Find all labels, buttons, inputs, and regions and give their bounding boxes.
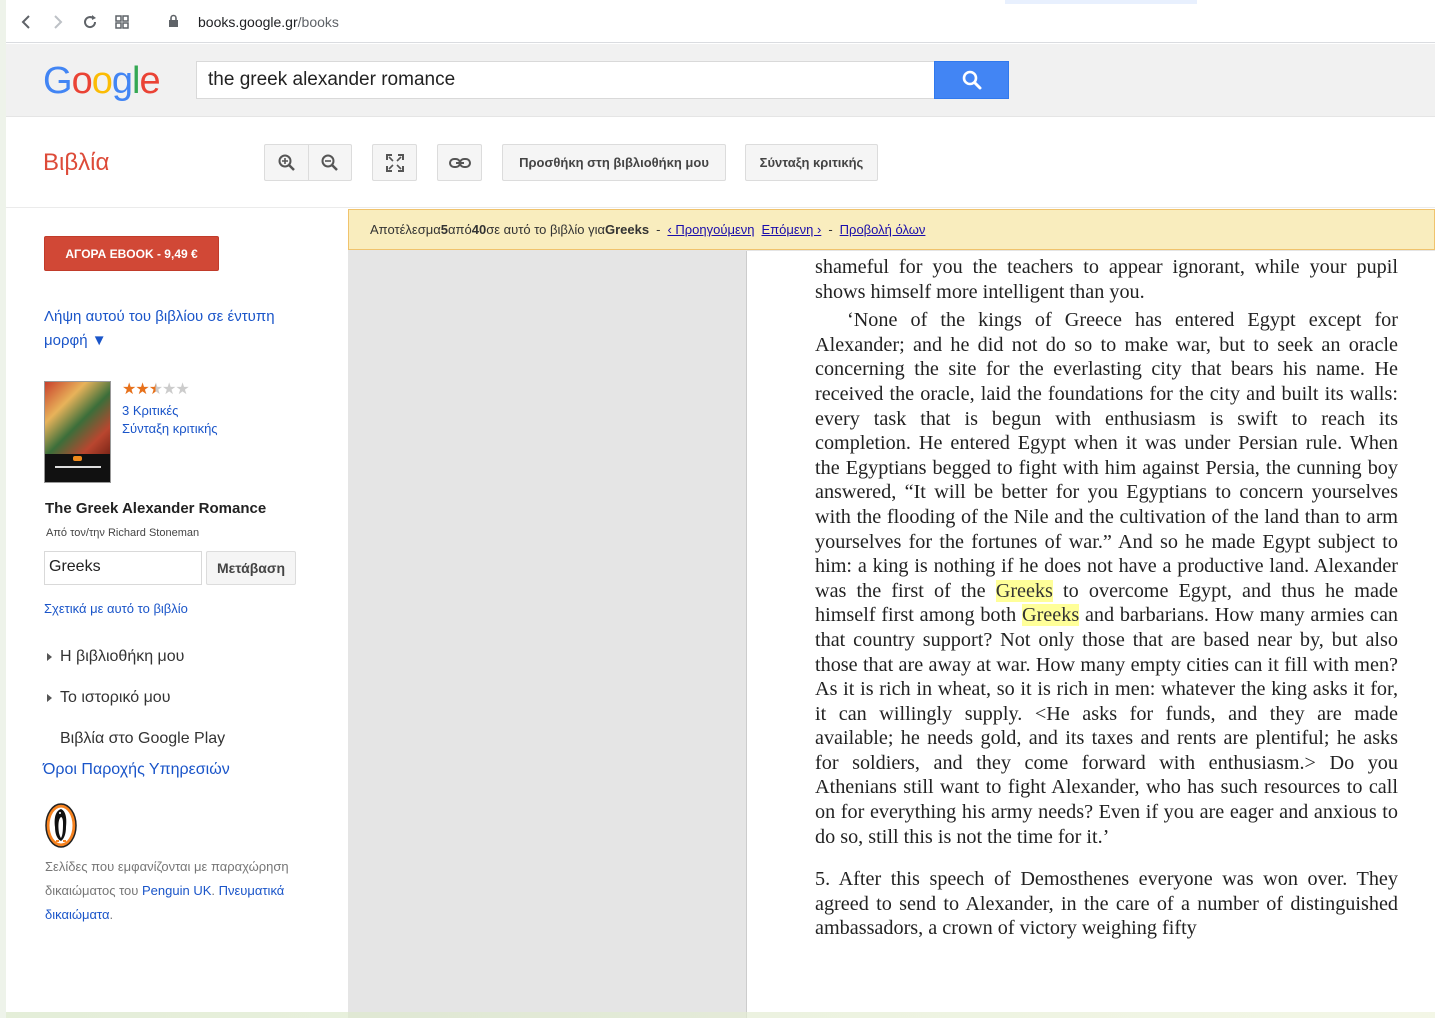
result-current: 5 bbox=[440, 222, 448, 237]
result-prefix: Αποτέλεσμα bbox=[370, 222, 441, 237]
zoom-in-icon bbox=[278, 154, 295, 171]
link-icon bbox=[448, 157, 471, 168]
apps-grid-icon[interactable] bbox=[112, 12, 132, 32]
nav-google-play-books[interactable]: Βιβλία στο Google Play bbox=[60, 730, 225, 748]
search-input[interactable]: the greek alexander romance bbox=[196, 61, 935, 99]
result-term: Greeks bbox=[605, 222, 650, 237]
nav-my-library[interactable]: Η βιβλιοθήκη μου bbox=[47, 648, 184, 666]
penguin-logo[interactable] bbox=[45, 803, 77, 848]
reload-icon[interactable] bbox=[80, 12, 100, 32]
paragraph: ‘None of the kings of Greece has entered… bbox=[815, 309, 1398, 848]
fullscreen-icon bbox=[385, 153, 404, 172]
nav-my-library-label: Η βιβλιοθήκη μου bbox=[60, 648, 185, 665]
url-host: books.google.gr bbox=[198, 14, 298, 30]
url-path: /books bbox=[297, 14, 339, 30]
view-all-results-link[interactable]: Προβολή όλων bbox=[840, 222, 926, 237]
page-text: shameful for you the teachers to appear … bbox=[815, 255, 1398, 941]
reviews-count-link[interactable]: 3 Κριτικές bbox=[122, 402, 218, 420]
paragraph: shameful for you the teachers to appear … bbox=[815, 256, 1398, 303]
write-review-link[interactable]: Σύνταξη κριτικής bbox=[122, 420, 218, 438]
nav-my-history[interactable]: Το ιστορικό μου bbox=[47, 689, 170, 707]
paragraph: 5. After this speech of Demosthenes ever… bbox=[815, 868, 1398, 940]
publisher-link[interactable]: Penguin UK bbox=[142, 883, 211, 898]
expand-arrow-icon bbox=[47, 693, 52, 702]
zoom-out-icon bbox=[321, 154, 338, 171]
search-in-book-input[interactable]: Greeks bbox=[44, 551, 202, 585]
write-review-button[interactable]: Σύνταξη κριτικής bbox=[745, 144, 878, 181]
get-print-book-link[interactable]: Λήψη αυτού του βιβλίου σε έντυπη μορφή ▼ bbox=[44, 305, 314, 353]
copyright-notice: Σελίδες που εμφανίζονται με παραχώρηση δ… bbox=[45, 859, 289, 922]
author-line: Από τον/την Richard Stoneman bbox=[46, 527, 200, 539]
books-section-title[interactable]: Βιβλία bbox=[43, 149, 109, 177]
forward-icon[interactable] bbox=[48, 12, 68, 32]
book-page: shameful for you the teachers to appear … bbox=[746, 251, 1435, 1018]
fullscreen-button[interactable] bbox=[372, 144, 417, 181]
zoom-out-button[interactable] bbox=[308, 144, 352, 181]
address-bar[interactable]: books.google.gr/books bbox=[198, 14, 339, 30]
previous-result-link[interactable]: ‹ Προηγούμενη bbox=[667, 222, 754, 237]
search-results-bar: Αποτέλεσμα 5 από 40 σε αυτό το βιβλίο γι… bbox=[348, 209, 1435, 250]
expand-arrow-icon bbox=[47, 652, 52, 661]
link-button[interactable] bbox=[437, 144, 482, 181]
left-sidebar: ΑΓΟΡΑ EBOOK - 9,49 € Λήψη αυτού του βιβλ… bbox=[6, 209, 348, 1018]
reviews-block: 3 Κριτικές Σύνταξη κριτικής bbox=[122, 402, 218, 438]
add-to-library-button[interactable]: Προσθήκη στη βιβλιοθήκη μου bbox=[502, 144, 726, 181]
about-book-link[interactable]: Σχετικά με αυτό το βιβλίο bbox=[44, 601, 188, 616]
result-of: από bbox=[448, 222, 472, 237]
browser-toolbar: books.google.gr/books bbox=[6, 0, 1435, 43]
book-cover[interactable] bbox=[44, 381, 111, 483]
buy-ebook-button[interactable]: ΑΓΟΡΑ EBOOK - 9,49 € bbox=[44, 236, 219, 271]
next-result-link[interactable]: Επόμενη › bbox=[761, 222, 821, 237]
active-tab-indicator bbox=[1005, 0, 1197, 4]
result-total: 40 bbox=[471, 222, 487, 237]
go-button[interactable]: Μετάβαση bbox=[206, 551, 296, 585]
nav-my-history-label: Το ιστορικό μου bbox=[60, 689, 171, 706]
books-header: Βιβλία Προσθήκη στη βιβλιοθήκη μου Σύντα… bbox=[6, 118, 1435, 208]
search-button[interactable] bbox=[934, 61, 1009, 99]
lock-icon bbox=[168, 14, 179, 33]
search-icon bbox=[962, 70, 981, 90]
book-title: The Greek Alexander Romance bbox=[45, 500, 267, 517]
star-rating: ★★★★★ bbox=[122, 381, 190, 398]
zoom-in-button[interactable] bbox=[264, 144, 309, 181]
back-icon[interactable] bbox=[16, 12, 36, 32]
bottom-edge bbox=[6, 1012, 1435, 1018]
terms-of-service-link[interactable]: Όροι Παροχής Υπηρεσιών bbox=[43, 761, 230, 779]
search-highlight: Greeks bbox=[1022, 604, 1080, 627]
google-logo[interactable]: Google bbox=[43, 60, 161, 103]
search-highlight: Greeks bbox=[995, 579, 1053, 602]
book-viewer: Αποτέλεσμα 5 από 40 σε αυτό το βιβλίο γι… bbox=[348, 209, 1435, 1018]
result-middle: σε αυτό το βιβλίο για bbox=[486, 222, 605, 237]
google-search-bar: Google the greek alexander romance bbox=[6, 44, 1435, 117]
